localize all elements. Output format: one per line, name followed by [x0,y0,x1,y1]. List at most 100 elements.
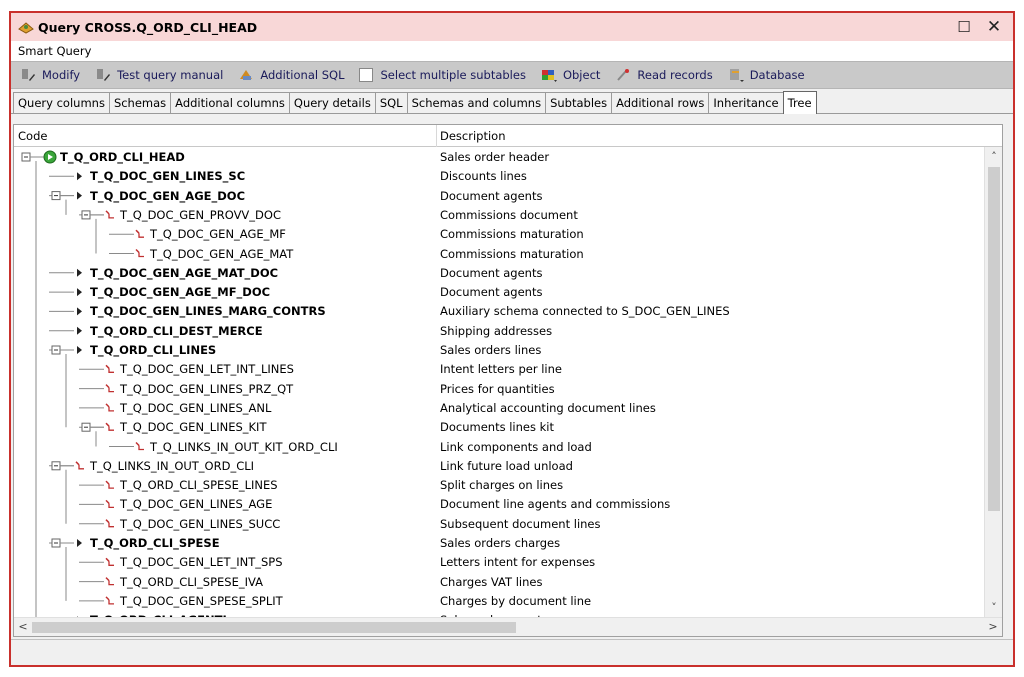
tree-node-description: Letters intent for expenses [440,555,596,570]
tree-node-code: T_Q_DOC_GEN_AGE_MF [150,227,286,242]
tree-row[interactable]: T_Q_ORD_CLI_SPESE_LINES Split charges on … [14,475,984,494]
tree-node-description: Sales orders charges [440,536,561,550]
select-multiple-toggle[interactable]: Select multiple subtables [358,68,526,82]
close-button[interactable]: ✕ [983,17,1005,37]
tab-sql[interactable]: SQL [374,92,408,113]
tree-header: Code Description [14,125,1002,147]
read-records-icon [614,67,632,83]
object-button[interactable]: Object [540,67,600,83]
test-query-label: Test query manual [117,68,224,82]
tree-row[interactable]: T_Q_DOC_GEN_AGE_MAT Commissions maturatio… [14,244,984,263]
horizontal-scrollbar[interactable]: < > [14,617,1002,636]
tree-node-code: T_Q_LINKS_IN_OUT_KIT_ORD_CLI [150,439,338,454]
tree-row[interactable]: T_Q_DOC_GEN_LET_INT_SPS Letters intent fo… [14,552,984,571]
tree-rows: T_Q_ORD_CLI_HEAD Sales order header T_Q_DO… [14,147,984,617]
tree-row[interactable]: T_Q_ORD_CLI_HEAD Sales order header [14,147,984,166]
tree-node-description: Intent letters per line [440,362,562,377]
tree-node-code: T_Q_DOC_GEN_LINES_ANL [120,400,272,415]
code-column-header[interactable]: Code [18,129,47,143]
edit-icon [19,67,37,83]
tree-node-description: Document agents [440,285,543,300]
tab-schemas[interactable]: Schemas [108,92,172,113]
tab-query-columns[interactable]: Query columns [13,92,110,113]
query-window: Query CROSS.Q_ORD_CLI_HEAD ☐ ✕ Smart Que… [9,11,1015,667]
tree-row[interactable]: T_Q_ORD_CLI_LINES Sales orders lines [14,340,984,359]
window-title: Query CROSS.Q_ORD_CLI_HEAD [38,19,258,35]
database-button[interactable]: Database [727,67,805,83]
tree-node-description: Discounts lines [440,169,527,184]
tree-row[interactable]: T_Q_DOC_GEN_LINES_KIT Documents lines kit [14,417,984,436]
vertical-scrollbar[interactable]: ˄ ˅ [984,147,1002,617]
tree-row[interactable]: T_Q_DOC_GEN_AGE_MF_DOC Document agents [14,282,984,301]
read-records-button[interactable]: Read records [614,67,713,83]
tree-node-code: T_Q_ORD_CLI_LINES [90,343,217,357]
tree-node-description: Document agents [440,265,543,280]
tree-panel: Code Description T_Q_ORD_CLI_HEAD Sales o… [13,124,1003,637]
tree-row[interactable]: T_Q_DOC_GEN_LINES_SC Discounts lines [14,166,984,185]
select-multiple-label: Select multiple subtables [380,68,526,82]
tree-node-description: Prices for quantities [440,381,555,396]
tree-node-code: T_Q_DOC_GEN_LET_INT_LINES [120,362,294,377]
database-icon [727,67,745,83]
tree-row[interactable]: T_Q_DOC_GEN_LINES_AGE Document line agent… [14,494,984,513]
query-icon [17,19,35,35]
column-divider[interactable] [436,125,437,147]
tree-row[interactable]: T_Q_DOC_GEN_LINES_MARG_CONTRS Auxiliary s… [14,301,984,320]
tree-row[interactable]: T_Q_DOC_GEN_LINES_ANL Analytical accounti… [14,398,984,417]
tree-row[interactable]: T_Q_DOC_GEN_PROVV_DOC Commissions documen… [14,205,984,224]
tab-additional-columns[interactable]: Additional columns [170,92,290,113]
scroll-left-icon[interactable]: < [14,620,32,633]
tree-node-code: T_Q_ORD_CLI_HEAD [60,150,185,164]
tree-row[interactable]: T_Q_DOC_GEN_LINES_PRZ_QT Prices for quant… [14,379,984,398]
vertical-scroll-thumb[interactable] [988,167,1000,511]
tree-node-code: T_Q_DOC_GEN_PROVV_DOC [120,207,281,222]
scroll-right-icon[interactable]: > [984,620,1002,633]
test-query-button[interactable]: Test query manual [94,67,223,83]
tab-subtables[interactable]: Subtables [545,92,613,113]
select-multiple-checkbox[interactable] [358,68,373,82]
description-column-header[interactable]: Description [440,129,506,143]
tree-node-code: T_Q_DOC_GEN_AGE_MF_DOC [90,285,271,300]
tree-row[interactable]: T_Q_DOC_GEN_AGE_MF Commissions maturation [14,224,984,243]
read-records-label: Read records [637,68,713,82]
tab-additional-rows[interactable]: Additional rows [611,92,710,113]
tree-row[interactable]: T_Q_ORD_CLI_DEST_MERCE Shipping addresses [14,321,984,340]
subtitle: Smart Query [11,41,1013,61]
tree-node-description: Documents lines kit [440,420,554,435]
tree-node-code: T_Q_DOC_GEN_SPESE_SPLIT [120,593,283,608]
scroll-up-icon[interactable]: ˄ [985,150,1003,163]
tab-schemas-and-columns[interactable]: Schemas and columns [406,92,547,113]
tree-node-description: Link future load unload [440,458,573,473]
database-label: Database [749,68,805,82]
tree-node-code: T_Q_DOC_GEN_LINES_MARG_CONTRS [90,304,326,319]
tab-query-details[interactable]: Query details [288,92,376,113]
tree-row[interactable]: T_Q_LINKS_IN_OUT_KIT_ORD_CLI Link compone… [14,437,984,456]
horizontal-scroll-thumb[interactable] [32,622,516,633]
tree-row[interactable]: T_Q_ORD_CLI_AGENTISales order agents [14,610,984,617]
tree-node-code: T_Q_DOC_GEN_AGE_MAT [150,246,294,261]
tree-node-description: Document agents [440,188,543,203]
tree-node-code: T_Q_ORD_CLI_DEST_MERCE [90,323,263,338]
tree-node-description: Sales orders lines [440,343,542,357]
tab-tree[interactable]: Tree [782,91,817,114]
scroll-down-icon[interactable]: ˅ [985,601,1003,614]
tree-row[interactable]: T_Q_DOC_GEN_LINES_SUCC Subsequent documen… [14,514,984,533]
tree-row[interactable]: T_Q_LINKS_IN_OUT_ORD_CLI Link future load… [14,456,984,475]
tree-row[interactable]: T_Q_DOC_GEN_LET_INT_LINES Intent letters … [14,359,984,378]
tree-row[interactable]: T_Q_ORD_CLI_SPESE_IVA Charges VAT lines [14,572,984,591]
tree-row[interactable]: T_Q_ORD_CLI_SPESE Sales orders charges [14,533,984,552]
additional-sql-button[interactable]: Additional SQL [237,67,345,83]
tree-node-description: Link components and load [440,439,592,454]
tree-node-description: Commissions maturation [440,227,584,242]
tree-row[interactable]: T_Q_DOC_GEN_SPESE_SPLIT Charges by docume… [14,591,984,610]
tree-node-description: Charges by document line [440,593,592,608]
tree-node-code: T_Q_LINKS_IN_OUT_ORD_CLI [90,458,255,473]
edit-icon [94,67,112,83]
tree-row[interactable]: T_Q_DOC_GEN_AGE_MAT_DOC Document agents [14,263,984,282]
tab-inheritance[interactable]: Inheritance [708,92,784,113]
tree-row[interactable]: T_Q_DOC_GEN_AGE_DOC Document agents [14,186,984,205]
maximize-button[interactable]: ☐ [953,17,975,37]
tree-node-description: Auxiliary schema connected to S_DOC_GEN_… [440,304,730,319]
title-bar: Query CROSS.Q_ORD_CLI_HEAD ☐ ✕ [11,13,1013,41]
modify-button[interactable]: Modify [19,67,80,83]
